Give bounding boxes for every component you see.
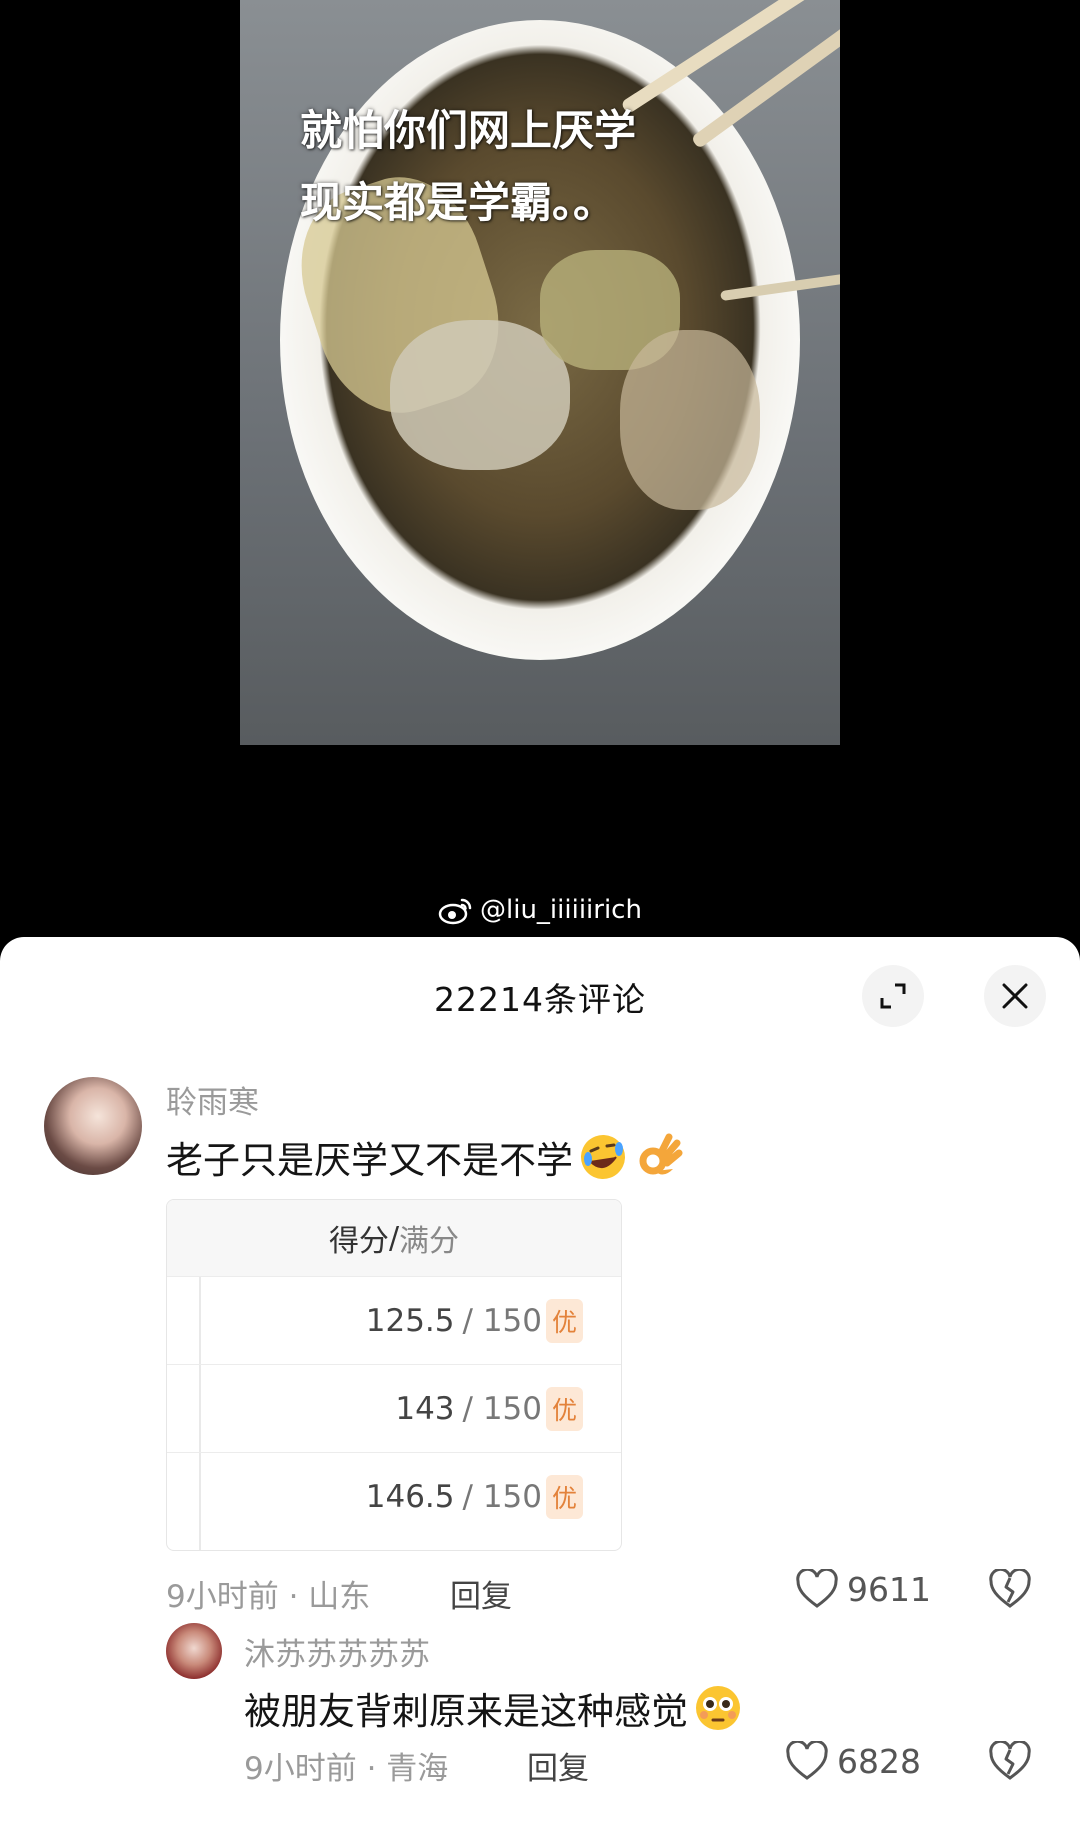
food-shape	[390, 320, 570, 470]
like-count: 9611	[847, 1569, 931, 1609]
comment-meta: 9小时前 · 山东	[166, 1571, 370, 1616]
rolling-laughing-emoji	[581, 1135, 625, 1179]
ok-hand-emoji	[639, 1133, 683, 1175]
weibo-icon	[438, 898, 472, 925]
like-button[interactable]: 9611	[795, 1569, 931, 1609]
table-row: 125.5 / 150 优	[167, 1276, 621, 1364]
comments-sheet: 22214条评论 聆雨寒 老子只是厌学又不是不学 得分 / 满分 125.5 /…	[0, 937, 1080, 1821]
comment-username[interactable]: 聆雨寒	[166, 1077, 259, 1122]
dislike-button[interactable]	[988, 1567, 1032, 1613]
header-score: 得分	[328, 1224, 389, 1259]
video-area[interactable]: 就怕你们网上厌学 现实都是学霸。。 @liu_iiiiiirich	[0, 0, 1080, 945]
score-value: 146.5	[365, 1478, 455, 1515]
avatar[interactable]	[166, 1623, 222, 1679]
comment-text: 被朋友背刺原来是这种感觉	[244, 1681, 744, 1735]
avatar[interactable]	[44, 1077, 142, 1175]
comment-meta: 9小时前 · 青海	[244, 1743, 448, 1788]
weibo-watermark: @liu_iiiiiirich	[438, 893, 642, 927]
header-total: 满分	[399, 1224, 460, 1259]
comment-location: · 山东	[288, 1579, 371, 1615]
comment-time: 9小时前	[244, 1751, 357, 1787]
table-row: 143 / 150 优	[167, 1364, 621, 1452]
comment-username[interactable]: 沐苏苏苏苏苏	[244, 1629, 430, 1674]
close-icon	[1002, 983, 1028, 1009]
dislike-button[interactable]	[988, 1739, 1032, 1785]
header-separator: /	[388, 1220, 400, 1256]
like-button[interactable]: 6828	[785, 1741, 921, 1781]
score-total: / 150	[462, 1302, 542, 1339]
caption-line-1: 就怕你们网上厌学	[300, 106, 637, 155]
watermark-handle: @liu_iiiiiirich	[480, 895, 642, 925]
grade-badge: 优	[545, 1298, 583, 1343]
close-button[interactable]	[984, 965, 1046, 1027]
photo-caption: 就怕你们网上厌学 现实都是学霸。。	[300, 95, 780, 239]
grade-badge: 优	[545, 1474, 583, 1519]
food-photo: 就怕你们网上厌学 现实都是学霸。。	[240, 0, 840, 745]
comment-body: 老子只是厌学又不是不学	[166, 1139, 573, 1182]
broken-heart-icon	[989, 1739, 1031, 1780]
score-total: / 150	[462, 1390, 542, 1427]
comment-text: 老子只是厌学又不是不学	[166, 1130, 685, 1184]
like-count: 6828	[837, 1741, 921, 1781]
heart-icon	[796, 1569, 838, 1608]
grade-badge: 优	[545, 1386, 583, 1431]
table-header: 得分 / 满分	[167, 1200, 621, 1276]
table-row: 146.5 / 150 优	[167, 1452, 621, 1540]
broken-heart-icon	[989, 1567, 1031, 1608]
score-value: 143	[395, 1390, 455, 1427]
food-shape	[620, 330, 760, 510]
reply-button[interactable]: 回复	[527, 1743, 589, 1788]
score-value: 125.5	[365, 1302, 455, 1339]
comment-body: 被朋友背刺原来是这种感觉	[244, 1690, 688, 1733]
heart-icon	[786, 1741, 828, 1780]
score-table: 得分 / 满分 125.5 / 150 优 143 / 150 优 146.5 …	[166, 1199, 622, 1551]
comment-location: · 青海	[366, 1751, 449, 1787]
flushed-face-emoji	[696, 1686, 740, 1730]
expand-button[interactable]	[862, 965, 924, 1027]
comment-time: 9小时前	[166, 1579, 279, 1615]
expand-icon	[880, 983, 906, 1009]
reply-button[interactable]: 回复	[450, 1571, 512, 1616]
score-total: / 150	[462, 1478, 542, 1515]
caption-line-2: 现实都是学霸。。	[300, 178, 616, 227]
